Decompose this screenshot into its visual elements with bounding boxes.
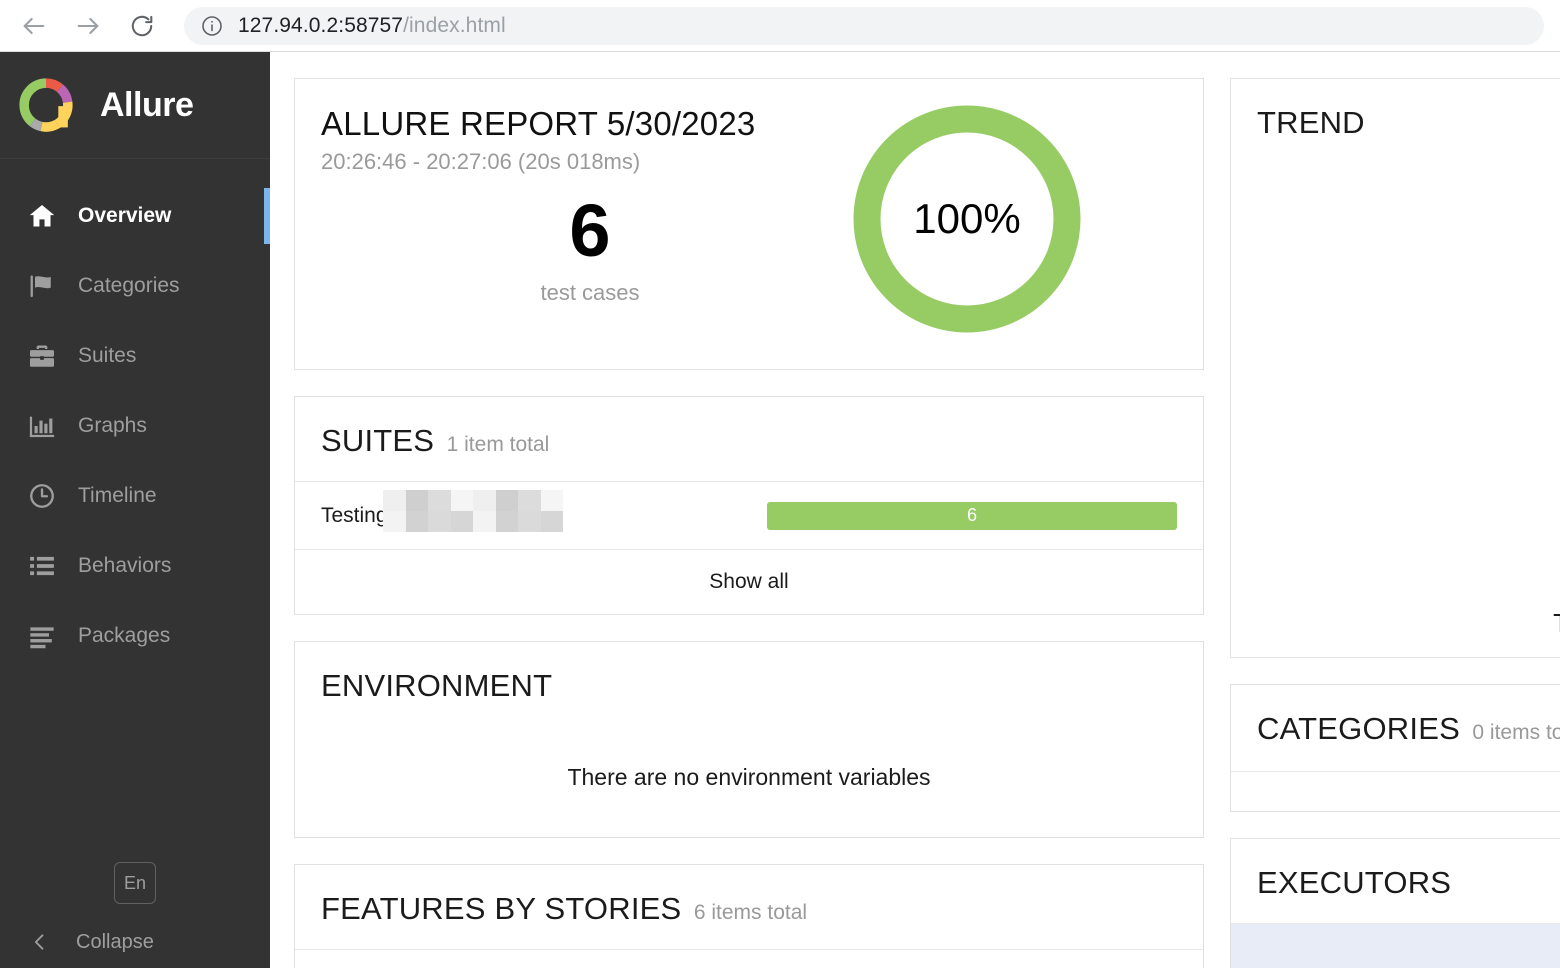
trend-card-header: TREND [1231, 79, 1560, 163]
app-root: Allure Overview Categories Suites Graphs… [0, 52, 1560, 968]
executors-card-header: EXECUTORS [1231, 839, 1560, 923]
suite-pass-count: 6 [966, 505, 977, 525]
main-column: ALLURE REPORT 5/30/2023 20:26:46 - 20:27… [294, 78, 1204, 968]
content-area: ALLURE REPORT 5/30/2023 20:26:46 - 20:27… [270, 52, 1560, 968]
sidebar-item-timeline[interactable]: Timeline [0, 461, 270, 531]
environment-card-header: ENVIRONMENT [295, 642, 1203, 726]
stack-icon [22, 619, 62, 653]
sidebar-footer: En Collapse [0, 862, 270, 968]
sidebar: Allure Overview Categories Suites Graphs… [0, 52, 270, 968]
suite-pass-bar[interactable]: 6 [767, 501, 1177, 530]
list-icon [22, 549, 62, 583]
sidebar-item-categories[interactable]: Categories [0, 251, 270, 321]
categories-subtitle: 0 items to [1472, 721, 1560, 744]
sidebar-item-overview[interactable]: Overview [0, 181, 270, 251]
bar-chart-icon [22, 409, 62, 443]
url-text: 127.94.0.2:58757/index.html [238, 14, 506, 38]
briefcase-icon [22, 339, 62, 373]
url-path: /index.html [403, 13, 506, 37]
executors-card: EXECUTORS There is [1230, 838, 1560, 968]
back-button[interactable] [14, 6, 54, 46]
reload-icon [129, 13, 155, 39]
executors-body: There is [1231, 923, 1560, 968]
executors-title: EXECUTORS [1257, 865, 1452, 900]
features-show-all-button[interactable]: Show all [295, 949, 1203, 968]
sidebar-item-label: Packages [78, 624, 171, 647]
sidebar-item-suites[interactable]: Suites [0, 321, 270, 391]
summary-card: ALLURE REPORT 5/30/2023 20:26:46 - 20:27… [294, 78, 1204, 370]
sidebar-item-label: Overview [78, 204, 172, 227]
suites-card-header: SUITES 1 item total [295, 397, 1203, 481]
forward-button[interactable] [68, 6, 108, 46]
categories-body [1231, 771, 1560, 811]
environment-card: ENVIRONMENT There are no environment var… [294, 641, 1204, 838]
features-card-header: FEATURES BY STORIES 6 items total [295, 865, 1203, 949]
sidebar-item-behaviors[interactable]: Behaviors [0, 531, 270, 601]
table-row[interactable]: Testing 6 [295, 481, 1203, 549]
sidebar-item-graphs[interactable]: Graphs [0, 391, 270, 461]
categories-card-header: CATEGORIES 0 items to [1231, 685, 1560, 771]
sidebar-item-label: Graphs [78, 414, 147, 437]
trend-card: TREND T [1230, 78, 1560, 658]
side-column: TREND T CATEGORIES 0 items to EXECUTORS … [1230, 78, 1560, 968]
arrow-left-icon [20, 12, 48, 40]
redacted-text-overlay [383, 489, 563, 532]
suite-name-text: Testing [321, 503, 388, 527]
environment-title: ENVIRONMENT [321, 668, 553, 703]
browser-toolbar: 127.94.0.2:58757/index.html [0, 0, 1560, 52]
test-case-count: 6 [569, 189, 611, 272]
environment-empty-message: There are no environment variables [567, 764, 931, 790]
url-host: 127.94.0.2:58757 [238, 13, 404, 37]
info-circle-icon[interactable] [200, 14, 224, 38]
test-case-total: 6 test cases [425, 194, 755, 306]
sidebar-item-label: Behaviors [78, 554, 172, 577]
brand-header[interactable]: Allure [0, 52, 270, 159]
suites-card: SUITES 1 item total Testing 6 Show all [294, 396, 1204, 615]
sidebar-item-label: Suites [78, 344, 137, 367]
trend-clipped-label: T [1553, 608, 1560, 639]
clock-icon [22, 479, 62, 513]
suites-show-all-button[interactable]: Show all [295, 549, 1203, 614]
sidebar-item-label: Timeline [78, 484, 157, 507]
arrow-right-icon [74, 12, 102, 40]
pass-rate-label: 100% [913, 195, 1021, 242]
address-bar[interactable]: 127.94.0.2:58757/index.html [184, 6, 1544, 45]
sidebar-nav: Overview Categories Suites Graphs Timeli… [0, 159, 270, 671]
suites-title: SUITES [321, 423, 435, 458]
sidebar-item-packages[interactable]: Packages [0, 601, 270, 671]
suite-name: Testing [321, 489, 563, 532]
test-case-label: test cases [540, 280, 640, 305]
language-button[interactable]: En [114, 862, 156, 904]
features-title: FEATURES BY STORIES [321, 891, 682, 926]
collapse-button[interactable]: Collapse [0, 920, 270, 964]
sidebar-item-label: Categories [78, 274, 180, 297]
reload-button[interactable] [122, 6, 162, 46]
pass-rate-donut[interactable]: 100% [847, 99, 1087, 339]
allure-logo-icon [18, 77, 74, 133]
chevron-left-icon [30, 931, 50, 953]
brand-name: Allure [100, 85, 194, 124]
features-by-stories-card: FEATURES BY STORIES 6 items total Show a… [294, 864, 1204, 968]
collapse-label: Collapse [76, 930, 154, 953]
trend-title: TREND [1257, 105, 1365, 140]
suites-subtitle: 1 item total [446, 433, 550, 456]
home-icon [22, 199, 62, 233]
categories-card: CATEGORIES 0 items to [1230, 684, 1560, 812]
categories-title: CATEGORIES [1257, 711, 1460, 746]
features-subtitle: 6 items total [693, 901, 808, 924]
flag-icon [22, 269, 62, 303]
